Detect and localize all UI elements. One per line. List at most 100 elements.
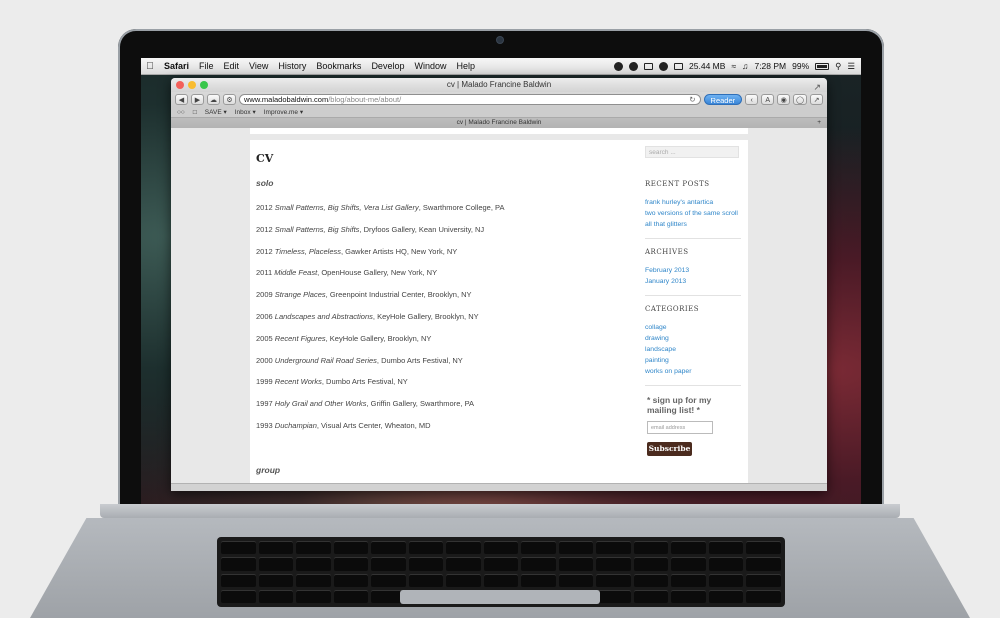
entry-year: 2012	[256, 203, 273, 212]
menu-app-name[interactable]: Safari	[159, 61, 194, 71]
bookmark-inbox[interactable]: Inbox ▾	[235, 108, 256, 116]
address-bar[interactable]: www.maladobaldwin.com /blog/about-me/abo…	[239, 94, 701, 105]
search-input[interactable]: search ...	[645, 146, 739, 158]
keyboard-key	[371, 541, 406, 555]
entry-work-title: Underground Rail Road Series	[274, 355, 377, 365]
keyboard-key	[746, 573, 781, 587]
category-link[interactable]: collage	[645, 322, 741, 333]
reading-list-icon[interactable]: ○○	[177, 109, 185, 116]
webcam-icon	[497, 37, 503, 43]
cloud-icon[interactable]	[629, 61, 639, 71]
entry-venue: , Dumbo Arts Festival, NY	[376, 355, 463, 365]
sync-icon[interactable]	[659, 61, 669, 71]
apple-menu-icon[interactable]: 	[141, 61, 159, 72]
spotlight-icon[interactable]: ⚲	[835, 61, 841, 72]
recent-posts-heading: RECENT POSTS	[645, 180, 710, 188]
menu-help[interactable]: Help	[451, 61, 480, 71]
clock[interactable]: 7:28 PM	[754, 61, 786, 71]
keyboard-key	[221, 557, 256, 571]
keyboard-key	[483, 541, 519, 555]
reload-icon[interactable]: ↻	[689, 95, 695, 105]
archive-link[interactable]: January 2013	[645, 276, 741, 287]
category-link[interactable]: drawing	[645, 333, 741, 344]
display-icon[interactable]	[674, 62, 684, 70]
new-tab-button[interactable]: +	[817, 118, 821, 128]
menu-view[interactable]: View	[244, 61, 273, 71]
recent-post-link[interactable]: all that glitters	[645, 219, 741, 230]
fullscreen-icon[interactable]: ↗	[813, 80, 821, 94]
wrench-icon[interactable]: ⚙	[223, 94, 236, 105]
bookmarks-book-icon[interactable]: □	[193, 109, 197, 116]
close-window-icon[interactable]	[176, 81, 184, 89]
entry-venue: , KeyHole Gallery, Brooklyn, NY	[325, 333, 432, 343]
volume-icon[interactable]: ♫	[742, 61, 748, 71]
text-size-icon[interactable]: A	[761, 94, 775, 105]
web-page: CV solo 2012 Small Patterns, Big Shifts,…	[171, 128, 827, 491]
zoom-window-icon[interactable]	[200, 81, 208, 89]
category-link[interactable]: landscape	[645, 344, 741, 355]
entry-venue: , KeyHole Gallery, Brooklyn, NY	[372, 311, 479, 321]
battery-percent[interactable]: 99%	[792, 61, 809, 71]
extension-icon[interactable]: ◉	[777, 94, 791, 105]
reader-button[interactable]: Reader	[703, 94, 743, 105]
entry-work-title: Small Patterns, Big Shifts	[274, 224, 360, 234]
menu-file[interactable]: File	[194, 61, 219, 71]
exhibition-entry: 2005 Recent Figures, KeyHole Gallery, Br…	[256, 334, 616, 356]
category-link[interactable]: painting	[645, 355, 741, 366]
entry-work-title: Recent Figures	[274, 333, 326, 343]
section-heading: solo	[256, 178, 274, 188]
mailing-list-heading: * sign up for my mailing list! *	[647, 395, 712, 415]
page-content: CV solo 2012 Small Patterns, Big Shifts,…	[250, 140, 748, 491]
keyboard-key	[521, 557, 556, 571]
dropbox-icon[interactable]	[644, 62, 654, 70]
share-icon[interactable]: ↗	[810, 94, 823, 105]
exhibition-entry: 2012 Small Patterns, Big Shifts, Vera Li…	[256, 203, 616, 225]
keyboard-key	[408, 573, 444, 587]
bookmark-save[interactable]: SAVE ▾	[205, 108, 227, 116]
email-field[interactable]: email address	[647, 421, 713, 434]
keyboard-key	[558, 541, 594, 555]
entry-venue: , Griffin Gallery, Swarthmore, PA	[366, 399, 475, 409]
keyboard-key	[746, 557, 781, 571]
subscribe-button[interactable]: Subscribe	[647, 442, 692, 456]
share-prev-icon[interactable]: ‹	[745, 94, 759, 105]
archive-link[interactable]: February 2013	[645, 265, 741, 276]
horizontal-scrollbar[interactable]	[171, 483, 827, 491]
back-button[interactable]: ◀	[175, 94, 188, 105]
exhibition-entry: 2000 Underground Rail Road Series, Dumbo…	[256, 356, 616, 378]
wifi-icon[interactable]: ≈	[731, 61, 736, 71]
entry-work-title: Recent Works	[274, 377, 322, 387]
entry-venue: , Visual Arts Center, Wheaton, MD	[316, 420, 431, 430]
keyboard-key	[671, 557, 706, 571]
category-link[interactable]: works on paper	[645, 366, 741, 377]
bookmark-improve[interactable]: Improve.me ▾	[264, 108, 303, 116]
browser-window: cv | Malado Francine Baldwin ↗ ◀ ▶ ☁ ⚙ w…	[171, 78, 827, 491]
minimize-window-icon[interactable]	[188, 81, 196, 89]
forward-button[interactable]: ▶	[191, 94, 204, 105]
keyboard-key	[258, 557, 294, 571]
icloud-tabs-icon[interactable]: ☁	[207, 94, 220, 105]
menu-develop[interactable]: Develop	[366, 61, 409, 71]
privacy-icon[interactable]: ◯	[793, 94, 807, 105]
entry-year: 2012	[256, 224, 273, 234]
entry-venue: , Greenpoint Industrial Center, Brooklyn…	[325, 290, 472, 300]
keyboard-key	[708, 573, 744, 587]
entry-year: 2000	[256, 355, 273, 365]
status-app-icon[interactable]	[614, 61, 624, 71]
recent-post-link[interactable]: two versions of the same scroll	[645, 208, 741, 219]
notification-center-icon[interactable]: ☰	[847, 61, 855, 72]
menu-history[interactable]: History	[273, 61, 311, 71]
menu-bookmarks[interactable]: Bookmarks	[311, 61, 366, 71]
memory-readout[interactable]: 25.44 MB	[689, 61, 725, 71]
menu-window[interactable]: Window	[409, 61, 451, 71]
entry-year: 2005	[256, 333, 273, 343]
keyboard-key	[596, 557, 631, 571]
exhibition-entry: 2006 Landscapes and Abstractions, KeyHol…	[256, 312, 616, 334]
recent-post-link[interactable]: frank hurley's antartica	[645, 197, 741, 208]
entry-venue: , Gawker Artists HQ, New York, NY	[341, 246, 458, 256]
keyboard-key	[596, 589, 631, 603]
entry-work-title: Landscapes and Abstractions	[274, 311, 373, 321]
battery-icon[interactable]	[815, 62, 830, 70]
menu-edit[interactable]: Edit	[219, 61, 245, 71]
tab-active[interactable]: cv | Malado Francine Baldwin	[457, 119, 542, 126]
